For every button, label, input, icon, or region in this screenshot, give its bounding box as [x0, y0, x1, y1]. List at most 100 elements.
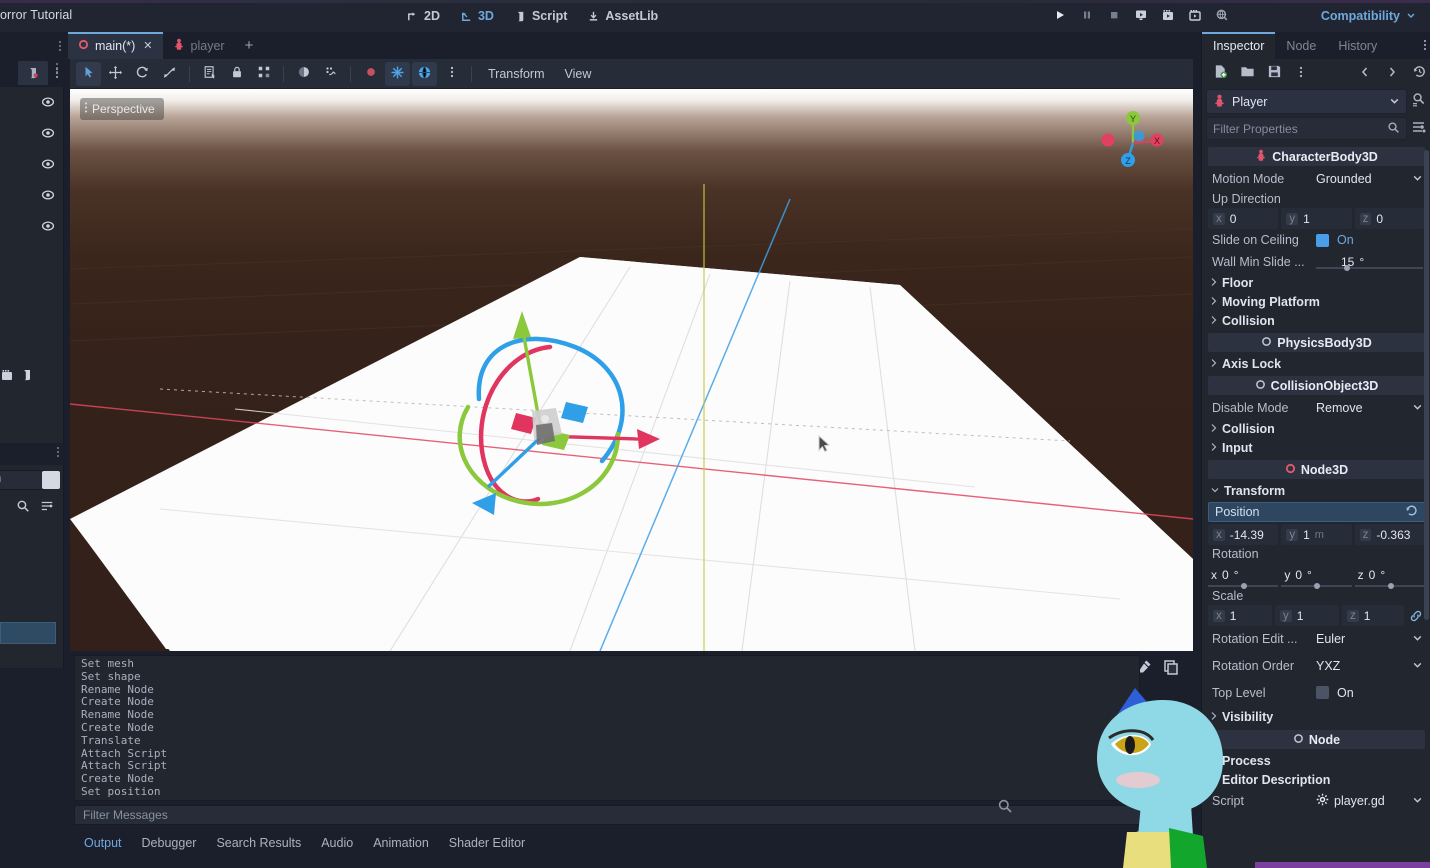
- scene-dock-header-kebab[interactable]: [55, 62, 59, 77]
- position-x-field[interactable]: x -14.39: [1208, 524, 1279, 545]
- main-mode-script[interactable]: Script: [506, 5, 575, 27]
- slider-control[interactable]: 15 °: [1316, 255, 1423, 271]
- property-top-level[interactable]: Top Level On: [1202, 679, 1430, 706]
- add-scene-tab-button[interactable]: +: [235, 32, 264, 59]
- pause-button[interactable]: [1074, 4, 1099, 29]
- more-options-tool[interactable]: [439, 62, 464, 86]
- rotation-z-field[interactable]: z 0 °: [1354, 563, 1425, 589]
- tab-inspector[interactable]: Inspector: [1202, 32, 1276, 59]
- new-resource-button[interactable]: [1208, 62, 1232, 84]
- scale-y-field[interactable]: y 1: [1275, 605, 1339, 626]
- main-mode-3d[interactable]: 3D: [452, 5, 502, 27]
- position-z-field[interactable]: z -0.363: [1354, 524, 1425, 545]
- movie-maker-button[interactable]: [1155, 4, 1180, 29]
- history-next-button[interactable]: [1380, 62, 1404, 84]
- history-button[interactable]: [1407, 62, 1430, 84]
- slider-knob[interactable]: [1241, 583, 1247, 589]
- select-mode-tool[interactable]: [76, 61, 101, 86]
- property-value-script[interactable]: player.gd: [1316, 793, 1423, 809]
- update-spinner-icon[interactable]: [1134, 829, 1147, 845]
- run-current-scene-button[interactable]: [1128, 4, 1153, 29]
- use-snap-tool[interactable]: [318, 62, 343, 86]
- output-zoom-icon[interactable]: [997, 798, 1013, 817]
- property-slide-on-ceiling[interactable]: Slide on Ceiling On: [1202, 229, 1430, 251]
- filesystem-color-swatch[interactable]: [42, 471, 60, 489]
- property-class-header[interactable]: PhysicsBody3D: [1208, 333, 1425, 352]
- vector-z-field[interactable]: z 0: [1354, 208, 1425, 229]
- property-value-bool[interactable]: On: [1316, 686, 1423, 700]
- close-icon[interactable]: ✕: [143, 39, 152, 52]
- eye-icon[interactable]: [41, 95, 55, 112]
- property-value-enum[interactable]: Euler: [1316, 632, 1423, 646]
- property-disable-mode[interactable]: Disable Mode Remove: [1202, 397, 1430, 419]
- inspector-dock-menu-button[interactable]: [1423, 38, 1427, 55]
- scale-x-field[interactable]: x 1: [1208, 605, 1272, 626]
- bottom-tab-audio[interactable]: Audio: [311, 834, 363, 852]
- property-class-header[interactable]: CharacterBody3D: [1208, 147, 1425, 166]
- group-tool[interactable]: [251, 62, 276, 86]
- bottom-tab-debugger[interactable]: Debugger: [132, 834, 207, 852]
- section-collision-co3d[interactable]: Collision: [1202, 419, 1430, 438]
- scale-z-field[interactable]: z 1: [1342, 605, 1404, 626]
- filesystem-path-field[interactable]: n: [0, 470, 46, 490]
- open-documentation-button[interactable]: [1411, 92, 1427, 111]
- property-class-header[interactable]: CollisionObject3D: [1208, 376, 1425, 395]
- property-position-header[interactable]: Position: [1208, 502, 1425, 522]
- property-class-header[interactable]: Node3D: [1208, 460, 1425, 479]
- section-moving-platform[interactable]: Moving Platform: [1202, 292, 1430, 311]
- scale-mode-tool[interactable]: [157, 62, 182, 86]
- eye-icon[interactable]: [41, 219, 55, 236]
- tab-node[interactable]: Node: [1275, 32, 1327, 59]
- inspector-options-button[interactable]: [1411, 119, 1427, 138]
- resource-extra-button[interactable]: [1289, 62, 1313, 84]
- clear-output-button[interactable]: [1137, 659, 1153, 678]
- section-visibility[interactable]: Visibility: [1202, 706, 1430, 727]
- copy-output-button[interactable]: [1163, 659, 1179, 678]
- view-axis-gizmo[interactable]: Y Z X: [1095, 105, 1165, 175]
- section-transform[interactable]: Transform: [1202, 481, 1430, 500]
- tab-history[interactable]: History: [1327, 32, 1388, 59]
- property-rotation-order[interactable]: Rotation Order YXZ: [1202, 652, 1430, 679]
- section-collision-cb3d[interactable]: Collision: [1202, 311, 1430, 330]
- preview-sky-tool[interactable]: [412, 61, 437, 86]
- property-wall-min-slide-angle[interactable]: Wall Min Slide ... 15 °: [1202, 251, 1430, 273]
- viewport-perspective-label[interactable]: Perspective: [80, 98, 164, 120]
- inspector-scrollbar[interactable]: [1424, 150, 1429, 620]
- output-log[interactable]: Set mesh Set shape Rename Node Create No…: [74, 655, 1140, 801]
- bottom-tab-output[interactable]: Output: [74, 834, 132, 852]
- vector-x-field[interactable]: x 0: [1208, 208, 1279, 229]
- inspector-property-list[interactable]: CharacterBody3D Motion Mode Grounded Up …: [1202, 144, 1430, 868]
- filter-messages-input[interactable]: Filter Messages: [74, 805, 1189, 825]
- property-value-enum[interactable]: YXZ: [1316, 659, 1423, 673]
- bottom-tab-shader-editor[interactable]: Shader Editor: [439, 834, 535, 852]
- list-select-tool[interactable]: [197, 62, 222, 86]
- scene-dock-tab-script[interactable]: [18, 61, 48, 85]
- filesystem-selected-item[interactable]: [0, 622, 56, 644]
- scene-tabs-drag-handle[interactable]: [52, 32, 68, 59]
- rotation-y-field[interactable]: y 0 °: [1281, 563, 1352, 589]
- search-icon[interactable]: [16, 499, 30, 516]
- inspected-object-selector[interactable]: Player: [1206, 89, 1407, 114]
- sort-options-icon[interactable]: [40, 499, 54, 516]
- remote-debug-button[interactable]: [1209, 4, 1234, 29]
- eye-icon[interactable]: [41, 126, 55, 143]
- property-value-enum[interactable]: Grounded: [1316, 172, 1423, 186]
- section-process[interactable]: Process: [1202, 751, 1430, 770]
- save-resource-button[interactable]: [1262, 62, 1286, 84]
- property-motion-mode[interactable]: Motion Mode Grounded: [1202, 168, 1430, 190]
- run-custom-scene-button[interactable]: [1182, 4, 1207, 29]
- scene-tab-player[interactable]: player: [163, 32, 235, 59]
- 3d-viewport[interactable]: Perspective Y Z X: [70, 89, 1193, 651]
- rotate-mode-tool[interactable]: [130, 62, 155, 86]
- history-prev-button[interactable]: [1353, 62, 1377, 84]
- play-button[interactable]: [1047, 4, 1072, 29]
- move-mode-tool[interactable]: [103, 62, 128, 86]
- use-local-space-tool[interactable]: [291, 62, 316, 86]
- main-mode-assetlib[interactable]: AssetLib: [579, 5, 666, 27]
- transform-menu[interactable]: Transform: [479, 67, 554, 81]
- stop-button[interactable]: [1101, 4, 1126, 29]
- section-input[interactable]: Input: [1202, 438, 1430, 457]
- eye-icon[interactable]: [41, 157, 55, 174]
- bottom-tab-search-results[interactable]: Search Results: [206, 834, 311, 852]
- section-editor-description[interactable]: Editor Description: [1202, 770, 1430, 789]
